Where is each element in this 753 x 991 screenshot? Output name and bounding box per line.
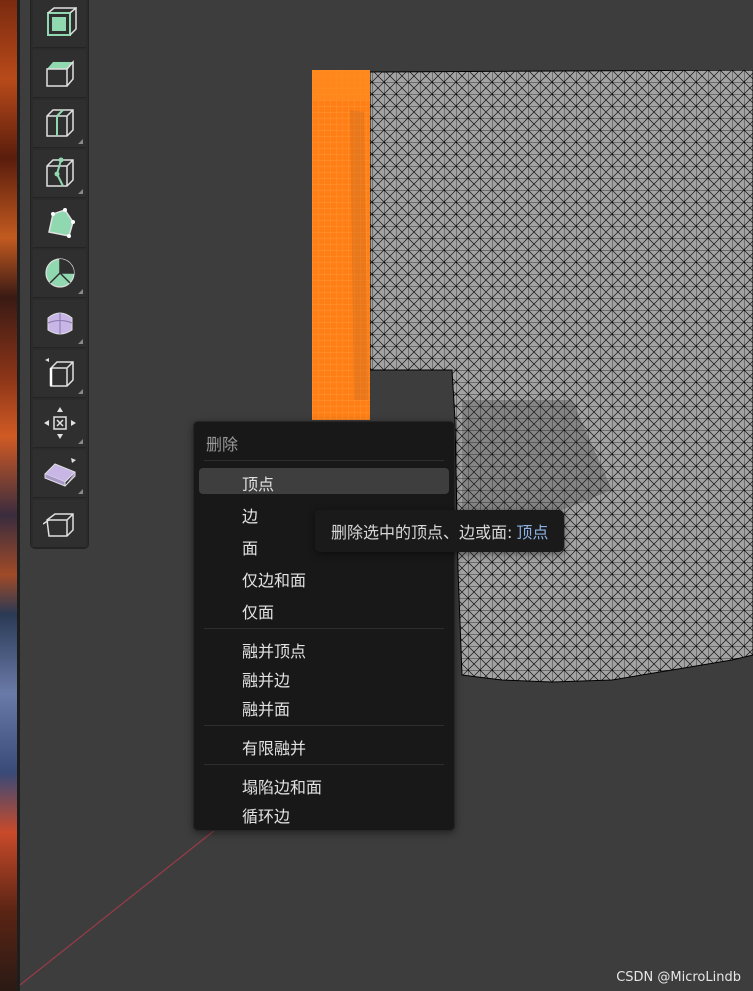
tooltip: 删除选中的顶点、边或面: 顶点 bbox=[315, 510, 565, 552]
tooltip-value: 顶点 bbox=[516, 523, 549, 542]
more-tools-indicator bbox=[78, 139, 83, 144]
menu-item-label: 顶点 bbox=[242, 475, 275, 494]
menu-item-label: 融并顶点 bbox=[242, 642, 307, 661]
menu-item-dissolve-faces[interactable]: 融并面 bbox=[199, 693, 449, 719]
edge-slide-tool[interactable] bbox=[33, 350, 86, 398]
menu-item-label: 边 bbox=[242, 507, 259, 526]
rip-region-tool[interactable] bbox=[33, 500, 86, 548]
more-tools-indicator bbox=[78, 489, 83, 494]
spin-tool[interactable] bbox=[33, 250, 86, 298]
menu-item-collapse-edges-faces[interactable]: 塌陷边和面 bbox=[199, 771, 449, 797]
poly-build-icon bbox=[48, 208, 75, 238]
menu-item-label: 循环边 bbox=[242, 807, 291, 826]
menu-title: 删除 bbox=[206, 435, 239, 454]
menu-item-dissolve-edges[interactable]: 融并边 bbox=[199, 664, 449, 690]
more-tools-indicator bbox=[78, 189, 83, 194]
extrude-region-tool[interactable] bbox=[33, 50, 86, 98]
cube-select-icon bbox=[47, 7, 77, 36]
extrude-region-icon bbox=[46, 59, 74, 87]
menu-item-label: 仅边和面 bbox=[242, 571, 307, 590]
shear-icon bbox=[44, 458, 76, 487]
more-tools-indicator bbox=[78, 389, 83, 394]
smooth-tool[interactable] bbox=[33, 300, 86, 348]
menu-item-vertices[interactable]: 顶点 bbox=[199, 468, 449, 494]
shrink-fatten-tool[interactable] bbox=[33, 400, 86, 448]
menu-item-label: 面 bbox=[242, 539, 259, 558]
menu-separator bbox=[204, 764, 444, 765]
watermark: CSDN @MicroLindb bbox=[616, 970, 741, 985]
menu-item-only-edges-faces[interactable]: 仅边和面 bbox=[199, 564, 449, 590]
menu-item-label: 塌陷边和面 bbox=[242, 778, 323, 797]
menu-item-label: 融并面 bbox=[242, 700, 291, 719]
more-tools-indicator bbox=[78, 289, 83, 294]
menu-item-label: 有限融并 bbox=[242, 739, 307, 758]
knife-tool[interactable] bbox=[33, 150, 86, 198]
rip-region-icon bbox=[43, 513, 74, 537]
menu-item-dissolve-vertices[interactable]: 融并顶点 bbox=[199, 635, 449, 661]
menu-item-limited-dissolve[interactable]: 有限融并 bbox=[199, 732, 449, 758]
shrink-fatten-icon bbox=[44, 407, 76, 439]
menu-separator bbox=[204, 460, 444, 461]
menu-item-edge-loops[interactable]: 循环边 bbox=[199, 800, 449, 826]
menu-item-only-faces[interactable]: 仅面 bbox=[199, 596, 449, 622]
edge-slide-icon bbox=[45, 358, 74, 387]
tool-shelf bbox=[31, 0, 88, 548]
shear-tool[interactable] bbox=[33, 450, 86, 498]
3d-viewport[interactable]: 删除 顶点 边 面 仅边和面 仅面 融并顶点 融并边 融并面 有限融并 塌陷边和… bbox=[0, 0, 753, 991]
delete-menu: 删除 顶点 边 面 仅边和面 仅面 融并顶点 融并边 融并面 有限融并 塌陷边和… bbox=[193, 421, 455, 831]
menu-item-label: 融并边 bbox=[242, 671, 291, 690]
more-tools-indicator bbox=[78, 339, 83, 344]
spin-icon bbox=[45, 258, 75, 288]
poly-build-tool[interactable] bbox=[33, 200, 86, 248]
loop-cut-icon bbox=[46, 109, 74, 137]
tooltip-text: 删除选中的顶点、边或面: bbox=[331, 523, 513, 542]
menu-separator bbox=[204, 628, 444, 629]
left-image-strip bbox=[0, 0, 17, 991]
select-box-tool[interactable] bbox=[33, 0, 86, 48]
region-divider[interactable] bbox=[17, 0, 20, 991]
knife-icon bbox=[46, 157, 74, 187]
menu-separator bbox=[204, 725, 444, 726]
smooth-icon bbox=[47, 312, 73, 335]
menu-item-label: 仅面 bbox=[242, 603, 275, 622]
more-tools-indicator bbox=[78, 439, 83, 444]
loop-cut-tool[interactable] bbox=[33, 100, 86, 148]
